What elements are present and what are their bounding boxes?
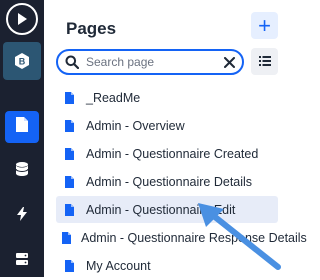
- workflows-nav-button[interactable]: [0, 205, 44, 227]
- pages-nav-button[interactable]: [5, 111, 39, 143]
- list-item[interactable]: _ReadMe: [56, 84, 278, 111]
- page-label: Admin - Questionnaire Created: [86, 146, 259, 161]
- page-label: Admin - Overview: [86, 118, 185, 133]
- lightning-icon: [17, 206, 27, 226]
- document-icon: [62, 175, 76, 188]
- search-box: [56, 49, 244, 75]
- close-icon[interactable]: [218, 51, 240, 73]
- page-label: Admin - Questionnaire Details: [86, 174, 253, 189]
- annotation-arrow-icon: [198, 203, 281, 270]
- search-icon: [60, 51, 84, 73]
- plus-icon: +: [258, 12, 271, 38]
- server-icon: [16, 252, 28, 270]
- data-nav-button[interactable]: [0, 160, 44, 182]
- list-view-button[interactable]: [251, 48, 278, 75]
- document-icon: [62, 231, 71, 244]
- database-icon: [15, 161, 29, 181]
- page-title: Pages: [66, 19, 117, 38]
- document-icon: [16, 117, 28, 137]
- list-item[interactable]: Admin - Questionnaire Details: [56, 168, 278, 195]
- page-label: My Account: [86, 258, 151, 273]
- list-icon: [258, 53, 271, 71]
- bubble-logo-icon[interactable]: B: [3, 42, 41, 80]
- document-icon: [62, 259, 76, 272]
- document-icon: [62, 119, 76, 132]
- pages-panel: Pages + _ReadMe Admin - Overview: [44, 0, 307, 277]
- left-rail: B: [0, 0, 44, 277]
- svg-text:B: B: [19, 57, 26, 67]
- page-label: _ReadMe: [86, 90, 141, 105]
- document-icon: [62, 147, 76, 160]
- document-icon: [62, 203, 76, 216]
- add-page-button[interactable]: +: [251, 12, 278, 39]
- search-input[interactable]: [84, 55, 218, 69]
- play-icon[interactable]: [6, 3, 38, 35]
- list-item[interactable]: Admin - Questionnaire Created: [56, 140, 278, 167]
- settings-nav-button[interactable]: [0, 250, 44, 272]
- document-icon: [62, 91, 76, 104]
- list-item[interactable]: Admin - Overview: [56, 112, 278, 139]
